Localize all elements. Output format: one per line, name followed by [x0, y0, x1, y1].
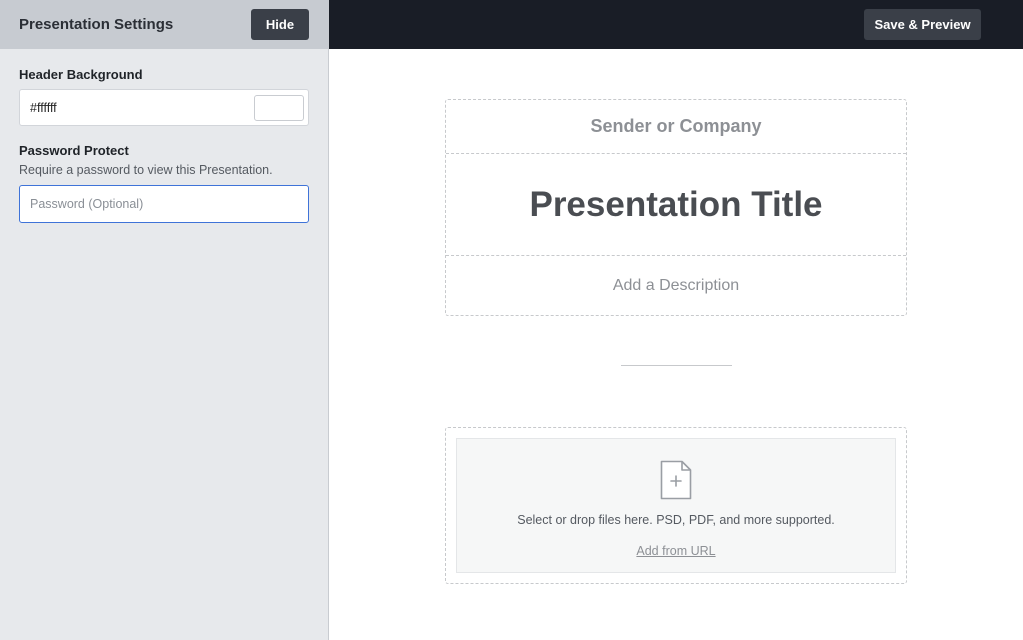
password-label: Password Protect	[19, 143, 129, 158]
password-help: Require a password to view this Presenta…	[19, 163, 273, 177]
description-field[interactable]: Add a Description	[446, 256, 906, 315]
color-swatch[interactable]	[254, 94, 304, 121]
top-bar: Save & Preview	[329, 0, 1023, 49]
upload-inner[interactable]: Select or drop files here. PSD, PDF, and…	[456, 438, 896, 573]
hide-button[interactable]: Hide	[251, 9, 309, 40]
sidebar-title: Presentation Settings	[19, 16, 174, 33]
header-background-group: Header Background #ffffff	[0, 67, 328, 126]
password-group: Password Protect Require a password to v…	[0, 143, 328, 223]
sidebar-header: Presentation Settings Hide	[0, 0, 328, 49]
title-field[interactable]: Presentation Title	[446, 154, 906, 256]
header-background-field[interactable]: #ffffff	[19, 89, 309, 126]
add-from-url-link[interactable]: Add from URL	[636, 544, 715, 558]
header-background-value[interactable]: #ffffff	[30, 101, 57, 115]
sender-field[interactable]: Sender or Company	[446, 100, 906, 154]
section-divider	[621, 365, 732, 366]
upload-instructions: Select or drop files here. PSD, PDF, and…	[517, 513, 835, 527]
file-add-icon	[660, 460, 692, 500]
upload-dropzone[interactable]: Select or drop files here. PSD, PDF, and…	[445, 427, 907, 584]
presentation-header-card: Sender or Company Presentation Title Add…	[445, 99, 907, 316]
settings-sidebar: Presentation Settings Hide Header Backgr…	[0, 0, 329, 640]
save-preview-button[interactable]: Save & Preview	[864, 9, 981, 40]
password-input[interactable]	[19, 185, 309, 223]
header-background-label: Header Background	[19, 67, 143, 82]
